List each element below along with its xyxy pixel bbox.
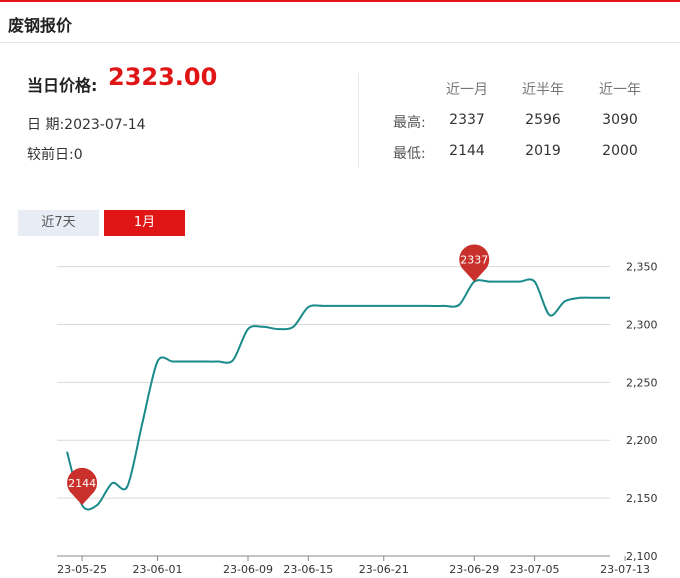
change-line: 较前日:0 (27, 147, 83, 163)
extreme-marker-label: 2144 (68, 477, 96, 490)
y-tick-label: 2,150 (626, 492, 658, 505)
x-tick-label: 23-06-29 (449, 563, 499, 576)
x-tick-label: 23-07-05 (510, 563, 560, 576)
x-tick-label: 23-06-09 (223, 563, 273, 576)
y-tick-label: 2,200 (626, 434, 658, 447)
price-label: 当日价格: (27, 76, 98, 95)
stat-high-month: 2337 (449, 112, 485, 128)
tab-7-days[interactable]: 近7天 (18, 210, 99, 236)
x-tick-label: 23-06-15 (283, 563, 333, 576)
stat-low-year: 2000 (602, 143, 638, 159)
x-tick-label: 23-07-13 (600, 563, 650, 576)
stat-header-month: 近一月 (446, 82, 488, 98)
x-tick-label: 23-06-01 (133, 563, 183, 576)
stat-label-low: 最低: (393, 146, 426, 162)
panel-header: 废钢报价 (0, 2, 680, 43)
price-line-chart: 2,100 2,150 2,200 2,250 2,300 2,350 23-05-25 23… (57, 244, 658, 576)
vertical-divider (358, 73, 359, 168)
stat-low-month: 2144 (449, 143, 485, 159)
stat-header-half-year: 近半年 (522, 82, 564, 98)
panel-title: 废钢报价 (8, 16, 73, 35)
stat-high-year: 3090 (602, 112, 638, 128)
date-line: 日 期:2023-07-14 (27, 117, 146, 133)
stat-low-half-year: 2019 (525, 143, 561, 159)
price-series-line (66, 278, 610, 511)
y-tick-label: 2,250 (626, 376, 658, 389)
stat-label-high: 最高: (393, 115, 426, 131)
extreme-marker-label: 2337 (460, 254, 488, 267)
price-value: 2323.00 (108, 63, 218, 91)
y-tick-label: 2,100 (626, 550, 658, 563)
stat-high-half-year: 2596 (525, 112, 561, 128)
y-tick-label: 2,350 (626, 261, 658, 274)
y-tick-label: 2,300 (626, 318, 658, 331)
stat-header-year: 近一年 (599, 82, 641, 98)
x-tick-label: 23-05-25 (57, 563, 107, 576)
tab-1-month[interactable]: 1月 (104, 210, 185, 236)
x-tick-label: 23-06-21 (359, 563, 409, 576)
